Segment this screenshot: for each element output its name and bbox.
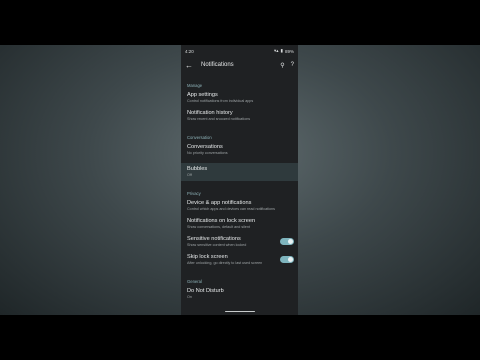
skip-lock-screen-item[interactable]: Skip lock screen After unlocking, go dir…	[181, 251, 298, 269]
notifications-lock-screen-item[interactable]: Notifications on lock screen Show conver…	[181, 215, 298, 233]
item-title: Conversations	[187, 144, 223, 150]
status-bar: 4:20 ▾▴ ▮ 89%	[181, 45, 298, 57]
item-title: App settings	[187, 92, 218, 98]
bubbles-item[interactable]: Bubbles Off	[181, 163, 298, 181]
item-subtitle: Show sensitive content when locked	[187, 243, 247, 247]
section-privacy: Privacy	[187, 190, 201, 196]
gesture-handle[interactable]	[225, 310, 255, 312]
conversations-item[interactable]: Conversations No priority conversations	[181, 141, 298, 159]
page-title: Notifications	[201, 62, 234, 68]
status-time: 4:20	[185, 48, 194, 54]
item-subtitle: Show conversations, default and silent	[187, 225, 250, 229]
back-arrow-icon[interactable]: ←	[185, 61, 195, 70]
phone-screen: 4:20 ▾▴ ▮ 89% ← Notifications ⚲ ? Manage…	[181, 45, 298, 315]
item-subtitle: Control which apps and devices can read …	[187, 207, 275, 211]
item-subtitle: Show recent and snoozed notifications	[187, 117, 251, 121]
item-title: Notifications on lock screen	[187, 218, 256, 224]
item-subtitle: Off	[187, 173, 192, 177]
item-title: Bubbles	[187, 166, 208, 172]
item-subtitle: No priority conversations	[187, 151, 228, 155]
device-app-notifications-item[interactable]: Device & app notifications Control which…	[181, 197, 298, 215]
skip-lock-screen-toggle[interactable]	[280, 256, 294, 263]
section-conversation: Conversation	[187, 134, 212, 140]
sensitive-notifications-item[interactable]: Sensitive notifications Show sensitive c…	[181, 233, 298, 251]
section-manage: Manage	[187, 82, 203, 88]
status-icons: ▾▴ ▮ 89%	[274, 48, 294, 54]
app-bar: ← Notifications ⚲ ?	[181, 57, 298, 73]
item-title: Do Not Disturb	[187, 288, 224, 294]
item-subtitle: Control notifications from individual ap…	[187, 99, 254, 103]
signal-icon: ▾▴	[273, 48, 279, 53]
sensitive-notifications-toggle[interactable]	[280, 238, 294, 245]
battery-icon: ▮	[280, 48, 283, 53]
help-icon[interactable]: ?	[291, 62, 294, 68]
item-title: Device & app notifications	[187, 200, 252, 206]
app-settings-item[interactable]: App settings Control notifications from …	[181, 89, 298, 107]
do-not-disturb-item[interactable]: Do Not Disturb On	[181, 285, 298, 303]
item-subtitle: On	[187, 295, 192, 299]
item-title: Notification history	[187, 110, 233, 116]
video-frame: 4:20 ▾▴ ▮ 89% ← Notifications ⚲ ? Manage…	[0, 45, 480, 315]
section-general: General	[187, 278, 202, 284]
item-title: Skip lock screen	[187, 254, 228, 260]
item-subtitle: After unlocking, go directly to last use…	[187, 261, 263, 265]
notification-history-item[interactable]: Notification history Show recent and sno…	[181, 107, 298, 125]
item-title: Sensitive notifications	[187, 236, 241, 242]
search-icon[interactable]: ⚲	[280, 62, 284, 69]
battery-level: 89%	[284, 48, 294, 54]
